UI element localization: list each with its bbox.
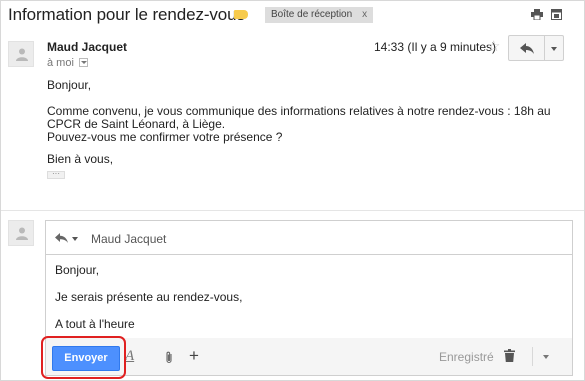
recipient-label: à moi [47,57,74,69]
divider [1,210,584,211]
inbox-label-text: Boîte de réception [271,9,353,20]
more-actions-button[interactable] [544,35,564,61]
message-paragraph: Comme convenu, je vous communique des in… [47,104,551,131]
reply-button[interactable] [508,35,545,61]
sender-avatar [8,41,34,67]
person-icon [16,48,28,61]
send-button-highlight [41,336,126,379]
message-closing: Bien à vous, [47,152,114,166]
new-window-icon[interactable] [551,9,562,20]
message-greeting: Bonjour, [47,78,92,92]
email-thread-view: Information pour le rendez-vous Boîte de… [0,0,585,381]
reply-type-dropdown-icon[interactable] [72,237,78,241]
sender-name[interactable]: Maud Jacquet [47,40,127,54]
show-trimmed-content-button[interactable]: ··· [47,170,65,179]
more-options-icon[interactable] [543,355,549,359]
show-details-icon[interactable] [78,58,88,67]
reply-type-icon[interactable] [55,233,68,243]
attachment-icon[interactable] [165,351,173,364]
reply-body-editor[interactable]: Bonjour, Je serais présente au rendez-vo… [46,254,572,354]
formatting-options-icon[interactable]: A [125,348,134,365]
reply-line: Je serais présente au rendez-vous, [55,290,243,304]
toolbar-divider [532,347,533,366]
more-insert-options-icon[interactable]: + [189,346,199,366]
discard-draft-icon[interactable] [504,349,515,362]
importance-label-icon[interactable] [234,10,248,19]
reply-line: A tout à l'heure [55,317,135,331]
star-icon[interactable]: ☆ [487,37,500,55]
my-avatar [8,220,34,246]
draft-saved-status: Enregistré [439,350,494,364]
reply-recipient[interactable]: Maud Jacquet [91,232,166,246]
reply-line: Bonjour, [55,263,100,277]
inbox-label-chip[interactable]: Boîte de réception x [265,7,374,23]
compose-header: Maud Jacquet [46,221,572,254]
print-icon[interactable] [531,9,543,20]
recipient-summary: à moi [47,57,88,69]
thread-header: Information pour le rendez-vous Boîte de… [1,1,584,29]
remove-label-button[interactable]: x [362,9,367,20]
reply-arrow-icon [520,43,534,54]
message-question: Pouvez-vous me confirmer votre présence … [47,130,283,144]
person-icon [16,227,28,240]
thread-subject: Information pour le rendez-vous [8,5,245,24]
message-timestamp: 14:33 (Il y a 9 minutes) [374,40,497,54]
